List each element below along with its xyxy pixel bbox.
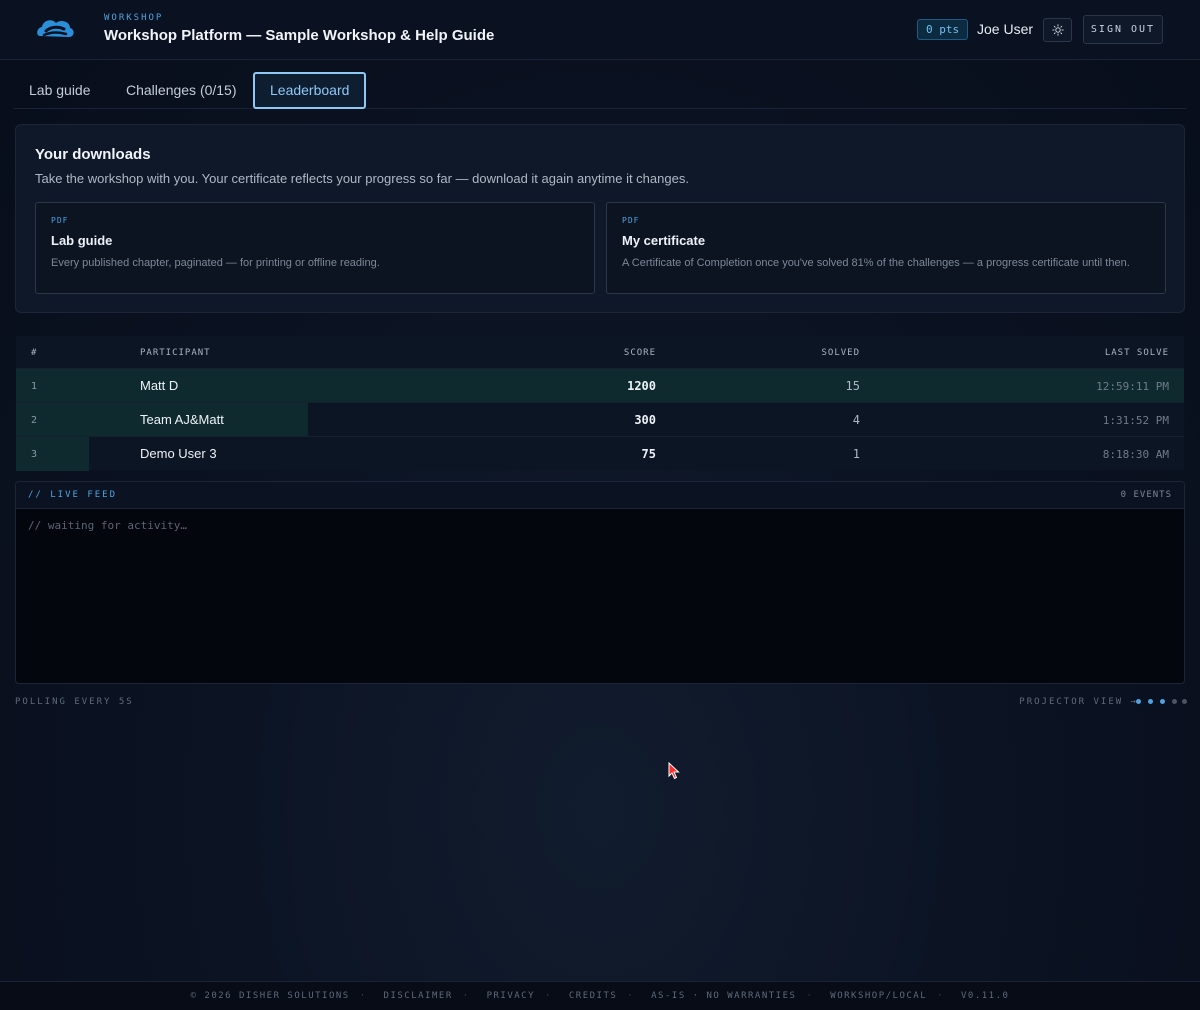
file-type-tag: PDF <box>622 216 640 225</box>
file-type-tag: PDF <box>51 216 69 225</box>
participant-name: Matt D <box>140 378 179 393</box>
solved-count: 1 <box>852 447 860 461</box>
tab-challenges[interactable]: Challenges (0/15) <box>111 72 252 109</box>
participant-name: Team AJ&Matt <box>140 412 224 427</box>
live-feed-header: // LIVE FEED 0 EVENTS <box>16 482 1184 509</box>
downloads-panel: Your downloads Take the workshop with yo… <box>15 124 1185 313</box>
last-solve-time: 12:59:11 PM <box>1096 380 1169 393</box>
live-feed-title: // LIVE FEED <box>28 490 118 500</box>
app-eyebrow: WORKSHOP <box>104 13 164 23</box>
solved-count: 15 <box>845 379 860 393</box>
download-name: My certificate <box>622 233 706 248</box>
live-feed-panel: // LIVE FEED 0 EVENTS // waiting for act… <box>15 481 1185 684</box>
last-solve-time: 8:18:30 AM <box>1102 448 1169 461</box>
credits-link[interactable]: CREDITS <box>569 991 617 1001</box>
cloud-logo-icon[interactable] <box>34 14 76 46</box>
page-dot[interactable] <box>1172 699 1177 704</box>
privacy-link[interactable]: PRIVACY <box>487 991 535 1001</box>
solved-count: 4 <box>852 413 860 427</box>
tab-bar: Lab guide Challenges (0/15) Leaderboard <box>14 72 1186 109</box>
tab-leaderboard[interactable]: Leaderboard <box>253 72 367 109</box>
download-name: Lab guide <box>51 233 113 248</box>
page-dot[interactable] <box>1160 699 1165 704</box>
col-rank: # <box>31 348 38 358</box>
footer: © 2026 DISHER SOLUTIONS · DISCLAIMER · PRI… <box>0 981 1200 1010</box>
last-solve-time: 1:31:52 PM <box>1102 414 1169 427</box>
copyright: © 2026 DISHER SOLUTIONS <box>190 991 350 1001</box>
sun-icon <box>1051 24 1064 36</box>
lab-guide-download-card[interactable]: PDF Lab guide Every published chapter, p… <box>35 202 595 294</box>
download-description: Every published chapter, paginated — for… <box>51 257 380 269</box>
rank: 2 <box>31 415 38 426</box>
participant-name: Demo User 3 <box>140 446 217 461</box>
score: 75 <box>641 447 656 461</box>
col-participant: PARTICIPANT <box>140 348 211 358</box>
sign-out-button[interactable]: SIGN OUT <box>1083 15 1163 44</box>
downloads-subtitle: Take the workshop with you. Your certifi… <box>35 171 689 186</box>
theme-toggle-button[interactable] <box>1043 18 1072 42</box>
leaderboard-table: # PARTICIPANT SCORE SOLVED LAST SOLVE 1 … <box>16 336 1184 471</box>
score-share-bar <box>16 437 89 471</box>
app-title: Workshop Platform — Sample Workshop & He… <box>104 27 495 44</box>
downloads-title: Your downloads <box>35 146 151 163</box>
col-last-solve: LAST SOLVE <box>1104 348 1169 358</box>
warranty-note: AS-IS · NO WARRANTIES <box>651 991 797 1001</box>
top-bar: WORKSHOP Workshop Platform — Sample Work… <box>0 0 1200 60</box>
rank: 1 <box>31 381 38 392</box>
rank: 3 <box>31 449 38 460</box>
col-score: SCORE <box>623 348 656 358</box>
version: V0.11.0 <box>960 991 1010 1001</box>
table-row: 3 Demo User 3 75 1 8:18:30 AM <box>16 436 1184 471</box>
user-name: Joe User <box>977 21 1034 37</box>
feed-empty-message: // waiting for activity… <box>28 519 187 532</box>
disclaimer-link[interactable]: DISCLAIMER <box>384 991 453 1001</box>
page-dot[interactable] <box>1148 699 1153 704</box>
mouse-cursor-icon <box>668 762 680 780</box>
table-row: 2 Team AJ&Matt 300 4 1:31:52 PM <box>16 402 1184 437</box>
score: 300 <box>634 413 656 427</box>
score: 1200 <box>627 379 656 393</box>
event-count: 0 EVENTS <box>1120 490 1172 500</box>
certificate-download-card[interactable]: PDF My certificate A Certificate of Comp… <box>606 202 1166 294</box>
score-share-bar <box>16 369 1184 403</box>
table-row: 1 Matt D 1200 15 12:59:11 PM <box>16 368 1184 403</box>
points-badge: 0 pts <box>917 19 969 40</box>
workshop-path: WORKSHOP/LOCAL <box>830 991 928 1001</box>
download-description: A Certificate of Completion once you've … <box>622 257 1130 269</box>
projector-view-link[interactable]: PROJECTOR VIEW → <box>1019 697 1138 707</box>
col-solved: SOLVED <box>821 348 860 358</box>
polling-status: POLLING EVERY 5S <box>15 697 134 707</box>
page-dot[interactable] <box>1136 699 1141 704</box>
table-header: # PARTICIPANT SCORE SOLVED LAST SOLVE <box>16 336 1184 368</box>
tab-lab-guide[interactable]: Lab guide <box>14 72 106 109</box>
page-dot[interactable] <box>1182 699 1187 704</box>
